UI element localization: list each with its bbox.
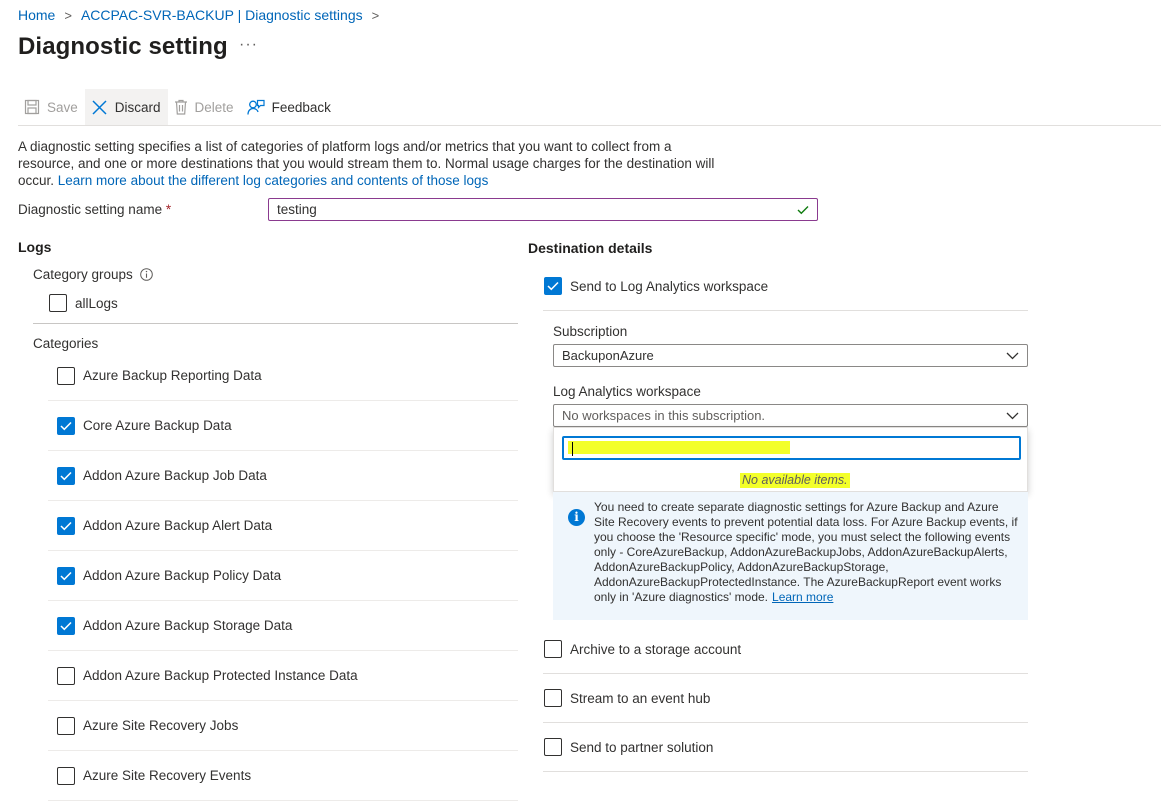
category-label: Addon Azure Backup Protected Instance Da…	[83, 668, 358, 683]
checkmark-icon	[60, 621, 72, 630]
category-checkbox[interactable]	[57, 666, 75, 685]
feedback-label: Feedback	[271, 99, 331, 115]
workspace-search[interactable]	[562, 436, 1021, 460]
checkmark-icon	[60, 571, 72, 580]
subscription-label: Subscription	[553, 324, 628, 339]
category-row[interactable]: Addon Azure Backup Protected Instance Da…	[48, 651, 518, 701]
close-icon	[92, 99, 107, 115]
feedback-icon	[246, 99, 265, 115]
page-title: Diagnostic setting	[18, 33, 228, 60]
info-icon[interactable]	[140, 268, 153, 281]
save-icon	[24, 99, 40, 115]
no-items-message: No available items.	[740, 473, 850, 488]
setting-name-value: testing	[277, 202, 317, 217]
category-row[interactable]: Addon Azure Backup Policy Data	[48, 551, 518, 601]
more-options-icon[interactable]: ···	[239, 36, 258, 54]
save-button[interactable]: Save	[18, 89, 85, 125]
info-icon: i	[568, 509, 585, 526]
chevron-down-icon	[1006, 352, 1019, 359]
workspace-placeholder: No workspaces in this subscription.	[562, 408, 766, 423]
subscription-value: BackuponAzure	[562, 348, 654, 363]
chevron-down-icon	[1006, 412, 1019, 419]
event-hub-label: Stream to an event hub	[570, 690, 711, 706]
learn-more-link[interactable]: Learn more about the different log categ…	[58, 173, 489, 188]
categories-label: Categories	[33, 336, 99, 351]
breadcrumb: Home > ACCPAC-SVR-BACKUP | Diagnostic se…	[18, 7, 388, 23]
logs-heading: Logs	[18, 239, 52, 255]
category-label: Azure Site Recovery Events	[83, 768, 252, 783]
required-marker: *	[165, 202, 172, 217]
workspace-dropdown-panel: No available items.	[553, 427, 1028, 492]
category-row[interactable]: Addon Azure Backup Storage Data	[48, 601, 518, 651]
discard-label: Discard	[114, 99, 161, 115]
chevron-right-icon: >	[64, 7, 72, 23]
category-label: Azure Site Recovery Jobs	[83, 718, 239, 733]
discard-button[interactable]: Discard	[84, 89, 168, 125]
category-label: Addon Azure Backup Storage Data	[83, 618, 293, 633]
workspace-dropdown[interactable]: No workspaces in this subscription.	[553, 404, 1028, 427]
category-label: Azure Backup Reporting Data	[83, 368, 262, 383]
group-alllogs[interactable]: allLogs	[49, 294, 118, 312]
setting-name-input[interactable]: testing	[268, 198, 818, 221]
log-analytics-label: Send to Log Analytics workspace	[570, 278, 769, 294]
category-row[interactable]: Azure Site Recovery Events	[48, 751, 518, 801]
command-bar: Save Discard Delete Feedback	[18, 89, 338, 125]
chevron-right-icon: >	[371, 7, 380, 23]
toolbar-divider	[18, 125, 1161, 126]
event-hub-checkbox[interactable]	[544, 689, 562, 707]
description: A diagnostic setting specifies a list of…	[18, 138, 718, 189]
breadcrumb-home[interactable]: Home	[18, 7, 55, 23]
delete-label: Delete	[194, 99, 234, 115]
feedback-button[interactable]: Feedback	[241, 89, 338, 125]
breadcrumb-diagnostic-settings[interactable]: ACCPAC-SVR-BACKUP | Diagnostic settings	[81, 7, 363, 23]
checkmark-icon	[797, 205, 809, 214]
category-checkbox[interactable]	[57, 366, 75, 385]
category-checkbox[interactable]	[57, 466, 75, 485]
category-row[interactable]: Azure Site Recovery Jobs	[48, 701, 518, 751]
category-checkbox[interactable]	[57, 616, 75, 635]
info-learn-more-link[interactable]: Learn more	[772, 590, 833, 604]
category-label: Addon Azure Backup Alert Data	[83, 518, 273, 533]
setting-name-label: Diagnostic setting name *	[18, 202, 172, 217]
category-row[interactable]: Addon Azure Backup Alert Data	[48, 501, 518, 551]
dest-partner[interactable]: Send to partner solution	[543, 723, 1028, 772]
alllogs-label: allLogs	[75, 295, 118, 311]
category-label: Addon Azure Backup Policy Data	[83, 568, 282, 583]
category-label: Addon Azure Backup Job Data	[83, 468, 267, 483]
subscription-dropdown[interactable]: BackuponAzure	[553, 344, 1028, 367]
info-text: You need to create separate diagnostic s…	[594, 500, 1018, 604]
log-analytics-checkbox[interactable]	[544, 277, 562, 295]
category-checkbox[interactable]	[57, 766, 75, 785]
category-row[interactable]: Core Azure Backup Data	[48, 401, 518, 451]
groups-divider	[33, 323, 518, 324]
alllogs-checkbox[interactable]	[49, 294, 67, 312]
trash-icon	[174, 99, 187, 115]
info-banner: i You need to create separate diagnostic…	[553, 492, 1028, 620]
checkmark-icon	[60, 521, 72, 530]
delete-button[interactable]: Delete	[168, 89, 241, 125]
dest-log-analytics[interactable]: Send to Log Analytics workspace	[543, 262, 1028, 311]
category-groups-label: Category groups	[33, 267, 153, 282]
category-row[interactable]: Addon Azure Backup Job Data	[48, 451, 518, 501]
category-checkbox[interactable]	[57, 566, 75, 585]
archive-checkbox[interactable]	[544, 640, 562, 658]
save-label: Save	[47, 99, 78, 115]
workspace-search-input[interactable]	[564, 438, 1019, 458]
partner-label: Send to partner solution	[570, 739, 714, 755]
category-label: Core Azure Backup Data	[83, 418, 232, 433]
archive-label: Archive to a storage account	[570, 641, 742, 657]
partner-checkbox[interactable]	[544, 738, 562, 756]
category-checkbox[interactable]	[57, 416, 75, 435]
dest-archive[interactable]: Archive to a storage account	[543, 625, 1028, 674]
category-checkbox[interactable]	[57, 716, 75, 735]
checkmark-icon	[60, 421, 72, 430]
destination-heading: Destination details	[528, 240, 653, 256]
checkmark-icon	[547, 281, 559, 291]
dest-event-hub[interactable]: Stream to an event hub	[543, 674, 1028, 723]
workspace-label: Log Analytics workspace	[553, 384, 701, 399]
category-row[interactable]: Azure Backup Reporting Data	[48, 351, 518, 401]
checkmark-icon	[60, 471, 72, 480]
category-checkbox[interactable]	[57, 516, 75, 535]
